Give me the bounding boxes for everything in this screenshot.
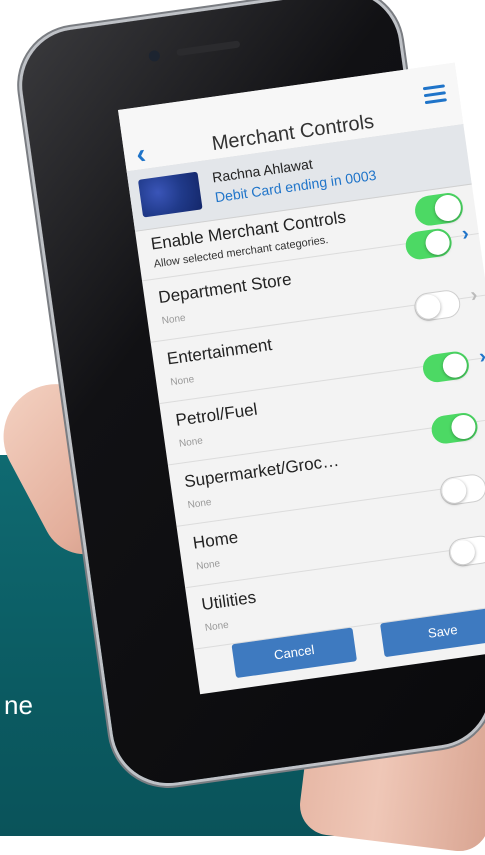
category-detail: None	[161, 312, 187, 327]
category-label: Petrol/Fuel	[174, 399, 259, 430]
category-detail: None	[195, 558, 221, 573]
chevron-right-icon[interactable]: ›	[478, 345, 485, 369]
card-thumbnail	[137, 171, 203, 218]
hamburger-menu-icon[interactable]	[422, 84, 447, 105]
category-label: Department Store	[157, 269, 293, 308]
category-label: Entertainment	[165, 334, 274, 369]
category-label: Utilities	[200, 587, 258, 615]
category-detail: None	[178, 435, 204, 450]
speaker-grille	[176, 40, 241, 57]
category-detail: None	[186, 496, 213, 512]
enable-merchant-controls-toggle[interactable]	[413, 191, 465, 228]
category-detail: None	[169, 374, 195, 389]
camera-icon	[148, 49, 161, 63]
background-text: ne	[4, 690, 33, 720]
category-detail: None	[204, 619, 230, 634]
category-label: Home	[191, 527, 240, 553]
